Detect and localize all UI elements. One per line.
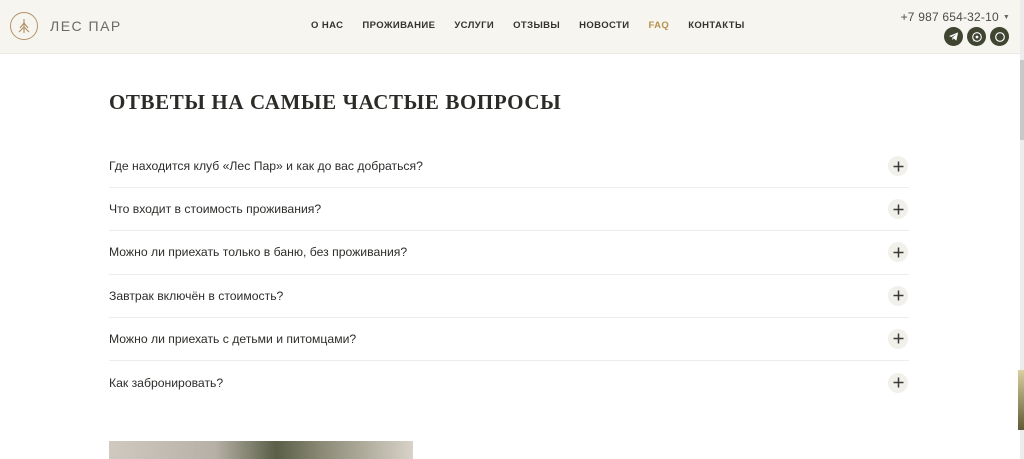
faq-item[interactable]: Как забронировать? <box>109 361 909 404</box>
plus-icon[interactable] <box>888 328 908 349</box>
nav-item-services[interactable]: УСЛУГИ <box>454 20 494 31</box>
faq-item[interactable]: Завтрак включён в стоимость? <box>109 275 909 318</box>
social-links <box>940 27 1009 46</box>
faq-title: ОТВЕТЫ НА САМЫЕ ЧАСТЫЕ ВОПРОСЫ <box>109 90 562 114</box>
plus-icon[interactable] <box>888 242 908 263</box>
plus-icon[interactable] <box>888 285 908 306</box>
phone-dropdown[interactable]: +7 987 654-32-10 ▼ <box>901 10 1010 24</box>
nav-item-accommodation[interactable]: ПРОЖИВАНИЕ <box>362 20 435 31</box>
faq-question: Можно ли приехать с детьми и питомцами? <box>109 331 357 346</box>
logo-icon <box>10 12 38 40</box>
faq-question: Где находится клуб «Лес Пар» и как до ва… <box>109 159 423 174</box>
faq-question: Можно ли приехать только в баню, без про… <box>109 245 408 260</box>
side-image-edge <box>1018 370 1024 430</box>
phone-number: +7 987 654-32-10 <box>900 10 999 24</box>
logo-text: ЛЕС ПАР <box>50 18 122 34</box>
nav-item-faq[interactable]: FAQ <box>648 20 669 31</box>
faq-item[interactable]: Можно ли приехать только в баню, без про… <box>109 231 909 275</box>
gallery-photo <box>109 441 413 459</box>
faq-item[interactable]: Что входит в стоимость проживания? <box>109 188 909 232</box>
scrollbar-thumb[interactable] <box>1020 60 1024 140</box>
faq-item[interactable]: Можно ли приехать с детьми и питомцами? <box>109 318 909 361</box>
plus-icon[interactable] <box>888 199 908 220</box>
faq-item[interactable]: Где находится клуб «Лес Пар» и как до ва… <box>109 145 909 189</box>
telegram-icon[interactable] <box>944 27 963 46</box>
main-nav: О НАС ПРОЖИВАНИЕ УСЛУГИ ОТЗЫВЫ НОВОСТИ F… <box>311 20 764 31</box>
caret-down-icon: ▼ <box>1002 13 1010 21</box>
site-header: ЛЕС ПАР О НАС ПРОЖИВАНИЕ УСЛУГИ ОТЗЫВЫ Н… <box>0 0 1020 54</box>
nav-item-reviews[interactable]: ОТЗЫВЫ <box>513 20 560 31</box>
whatsapp-icon[interactable] <box>967 27 986 46</box>
nav-item-contacts[interactable]: КОНТАКТЫ <box>688 20 744 31</box>
nav-item-news[interactable]: НОВОСТИ <box>579 20 629 31</box>
plus-icon[interactable] <box>888 156 908 177</box>
faq-list: Где находится клуб «Лес Пар» и как до ва… <box>109 145 909 404</box>
faq-question: Завтрак включён в стоимость? <box>109 288 284 303</box>
faq-question: Что входит в стоимость проживания? <box>109 202 322 217</box>
logo[interactable]: ЛЕС ПАР <box>10 12 122 40</box>
nav-item-about[interactable]: О НАС <box>311 20 343 31</box>
chat-icon[interactable] <box>990 27 1009 46</box>
faq-question: Как забронировать? <box>109 375 224 390</box>
plus-icon[interactable] <box>888 372 908 393</box>
